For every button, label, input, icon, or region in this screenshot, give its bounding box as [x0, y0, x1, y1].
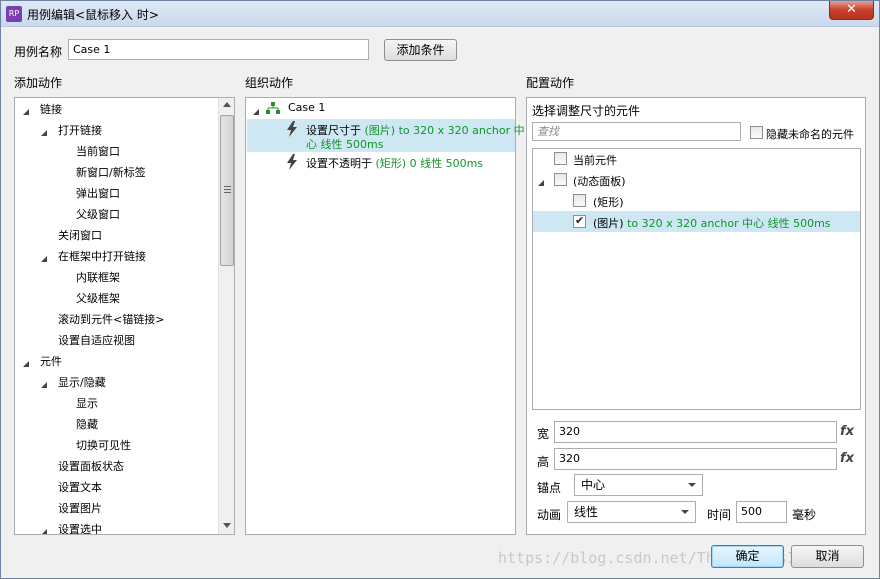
- case-name-input[interactable]: Case 1: [68, 39, 369, 60]
- action-2[interactable]: 设置不透明于 (矩形) 0 线性 500ms: [306, 155, 483, 171]
- target-checkbox-checked[interactable]: [573, 214, 586, 228]
- time-unit-label: 毫秒: [792, 508, 817, 522]
- action-tree-item[interactable]: 隐藏: [76, 416, 98, 432]
- dialog-window: RP 用例编辑<鼠标移入 时> ✕ 用例名称 Case 1 添加条件 添加动作 …: [0, 0, 880, 579]
- width-fx-button[interactable]: fx: [840, 424, 854, 439]
- case-name-label: 用例名称: [14, 45, 63, 59]
- expand-triangle-icon[interactable]: [538, 176, 545, 186]
- target-element-list: 当前元件 (动态面板) (矩形) (图片) to 320 x 320 ancho…: [532, 148, 861, 410]
- target-rectangle[interactable]: (矩形): [593, 194, 624, 210]
- scroll-up-icon[interactable]: [223, 102, 231, 107]
- close-button[interactable]: ✕: [829, 1, 874, 20]
- watermark-text: https://blog.csdn.net/TheCheckIsIsCalm: [498, 549, 842, 567]
- action-tree-item[interactable]: 当前窗口: [76, 143, 120, 159]
- hide-unnamed-checkbox[interactable]: [750, 126, 763, 139]
- target-checkbox[interactable]: [573, 194, 586, 207]
- action-tree-item[interactable]: 关闭窗口: [58, 227, 102, 243]
- action-tree-item[interactable]: 链接: [40, 101, 62, 117]
- action-tree-item[interactable]: 滚动到元件<锚链接>: [58, 311, 164, 327]
- chevron-down-icon: [681, 510, 689, 514]
- lightning-icon: [286, 154, 298, 170]
- tree-scrollbar[interactable]: [218, 98, 234, 534]
- action-tree-item[interactable]: 设置选中: [58, 521, 102, 534]
- time-label: 时间: [707, 508, 732, 522]
- action-tree-item[interactable]: 设置自适应视图: [58, 332, 135, 348]
- target-current-element[interactable]: 当前元件: [573, 152, 617, 168]
- action-tree-item[interactable]: 内联框架: [76, 269, 120, 285]
- target-checkbox[interactable]: [554, 173, 567, 186]
- scroll-down-icon[interactable]: [223, 523, 231, 528]
- target-dynamic-panel[interactable]: (动态面板): [573, 173, 626, 189]
- action-tree-item[interactable]: 显示: [76, 395, 98, 411]
- action-tree-item[interactable]: 父级框架: [76, 290, 120, 306]
- animation-label: 动画: [537, 508, 562, 522]
- app-icon: RP: [6, 6, 22, 22]
- organize-action-heading: 组织动作: [245, 76, 294, 90]
- add-action-heading: 添加动作: [14, 76, 63, 90]
- action-tree-item[interactable]: 新窗口/新标签: [76, 164, 146, 180]
- action-tree-item[interactable]: 切换可见性: [76, 437, 131, 453]
- target-image[interactable]: (图片) to 320 x 320 anchor 中心 线性 500ms: [593, 215, 831, 231]
- width-label: 宽: [537, 427, 550, 441]
- case-tree-icon: [266, 102, 280, 114]
- anchor-value: 中心: [581, 478, 606, 492]
- target-checkbox[interactable]: [554, 152, 567, 165]
- time-input[interactable]: 500: [736, 501, 787, 523]
- cancel-button[interactable]: 取消: [791, 545, 864, 568]
- chevron-down-icon: [688, 483, 696, 487]
- case-label[interactable]: Case 1: [288, 101, 325, 114]
- height-label: 高: [537, 455, 550, 469]
- title-bar[interactable]: RP 用例编辑<鼠标移入 时> ✕: [1, 1, 879, 27]
- expand-triangle-icon[interactable]: [253, 105, 260, 115]
- action-tree-item[interactable]: 设置图片: [58, 500, 102, 516]
- expand-triangle-icon[interactable]: [23, 105, 30, 115]
- height-input[interactable]: 320: [554, 448, 837, 470]
- organize-action-tree: Case 1 设置尺寸于 (图片) to 320 x 320 anchor 中 …: [245, 97, 525, 535]
- expand-triangle-icon[interactable]: [41, 126, 48, 136]
- action-1-line2[interactable]: 心 线性 500ms: [306, 136, 383, 152]
- action-tree-item[interactable]: 元件: [40, 353, 62, 369]
- lightning-icon: [286, 121, 298, 137]
- configure-action-heading: 配置动作: [526, 76, 575, 90]
- action-tree-item[interactable]: 设置面板状态: [58, 458, 124, 474]
- ok-button[interactable]: 确定: [711, 545, 784, 568]
- configure-action-panel: 选择调整尺寸的元件 查找 隐藏未命名的元件 当前元件 (动态面板) (矩形) (…: [526, 97, 866, 535]
- action-tree-item[interactable]: 弹出窗口: [76, 185, 120, 201]
- action-tree-item[interactable]: 父级窗口: [76, 206, 120, 222]
- animation-select[interactable]: 线性: [567, 501, 696, 523]
- window-title: 用例编辑<鼠标移入 时>: [27, 8, 159, 22]
- expand-triangle-icon[interactable]: [41, 378, 48, 388]
- configure-heading: 选择调整尺寸的元件: [532, 104, 641, 118]
- action-tree-item[interactable]: 在框架中打开链接: [58, 248, 146, 264]
- animation-value: 线性: [574, 505, 599, 519]
- target-search-input[interactable]: 查找: [532, 122, 741, 141]
- action-tree-item[interactable]: 打开链接: [58, 122, 102, 138]
- anchor-label: 锚点: [537, 481, 562, 495]
- scroll-thumb[interactable]: [220, 115, 234, 266]
- action-tree-item[interactable]: 设置文本: [58, 479, 102, 495]
- add-condition-button[interactable]: 添加条件: [384, 39, 457, 61]
- action-tree-item[interactable]: 显示/隐藏: [58, 374, 106, 390]
- add-action-tree: 链接打开链接当前窗口新窗口/新标签 弹出窗口父级窗口关闭窗口在框架中打开链接内联框…: [14, 97, 235, 535]
- expand-triangle-icon[interactable]: [41, 525, 48, 534]
- height-fx-button[interactable]: fx: [840, 451, 854, 466]
- width-input[interactable]: 320: [554, 421, 837, 443]
- expand-triangle-icon[interactable]: [41, 252, 48, 262]
- hide-unnamed-label: 隐藏未命名的元件: [766, 128, 854, 141]
- close-icon: ✕: [846, 2, 857, 17]
- anchor-select[interactable]: 中心: [574, 474, 703, 496]
- expand-triangle-icon[interactable]: [23, 357, 30, 367]
